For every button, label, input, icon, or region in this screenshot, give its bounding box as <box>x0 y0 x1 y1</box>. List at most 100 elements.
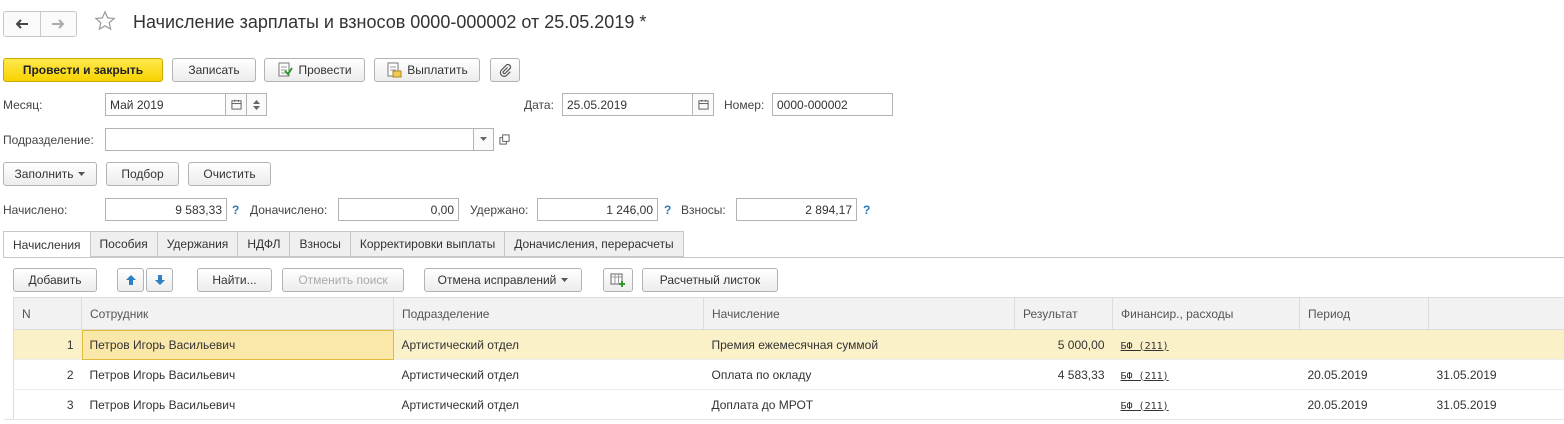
period-to-cell[interactable] <box>1428 329 1564 360</box>
withheld-help-icon[interactable]: ? <box>664 203 671 217</box>
cancel-search-button[interactable]: Отменить поиск <box>282 268 404 292</box>
number-field[interactable]: 0000-000002 <box>772 93 893 116</box>
table-row[interactable]: 2 Петров Игорь Васильевич Артистический … <box>13 359 1564 390</box>
division-dropdown-button[interactable] <box>473 128 494 151</box>
tab-accruals[interactable]: Начисления <box>3 231 91 258</box>
period-to-cell[interactable]: 31.05.2019 <box>1428 359 1564 390</box>
period-from-cell[interactable] <box>1299 329 1429 360</box>
arrow-right-icon <box>52 19 65 29</box>
finance-link[interactable]: БФ (211) <box>1121 341 1169 352</box>
select-label: Подбор <box>121 167 164 181</box>
save-button[interactable]: Записать <box>172 58 256 82</box>
accrued-help-icon[interactable]: ? <box>232 203 239 217</box>
pay-button[interactable]: Выплатить <box>374 58 480 82</box>
tab-benefits[interactable]: Пособия <box>90 231 158 257</box>
division-field[interactable] <box>105 128 474 151</box>
column-header-finance[interactable]: Финансир., расходы <box>1112 297 1300 330</box>
open-window-icon <box>499 134 510 145</box>
arrow-left-icon <box>15 19 28 29</box>
finance-cell[interactable]: БФ (211) <box>1112 389 1300 420</box>
contributions-value: 2 894,17 <box>805 202 852 217</box>
move-down-button[interactable] <box>146 268 173 292</box>
month-field[interactable]: Май 2019 <box>105 93 226 116</box>
page-title: Начисление зарплаты и взносов 0000-00000… <box>133 12 647 32</box>
calendar-icon <box>230 99 242 110</box>
result-cell[interactable]: 5 000,00 <box>1014 329 1113 360</box>
column-header-period[interactable]: Период <box>1299 297 1429 330</box>
contributions-help-icon[interactable]: ? <box>863 203 870 217</box>
division-cell[interactable]: Артистический отдел <box>393 359 704 390</box>
table-add-icon <box>610 273 625 287</box>
result-cell[interactable] <box>1014 389 1113 420</box>
favorite-star-icon[interactable] <box>94 10 116 35</box>
payslip-button[interactable]: Расчетный листок <box>642 268 778 292</box>
date-field[interactable]: 25.05.2019 <box>562 93 693 116</box>
employee-cell[interactable]: Петров Игорь Васильевич <box>81 329 394 360</box>
finance-cell[interactable]: БФ (211) <box>1112 359 1300 390</box>
period-from-cell[interactable]: 20.05.2019 <box>1299 359 1429 390</box>
tab-divider <box>3 257 1564 258</box>
month-value: Май 2019 <box>110 97 164 112</box>
chevron-down-icon <box>253 105 260 110</box>
post-document-icon <box>278 62 294 77</box>
column-header-result[interactable]: Результат <box>1014 297 1113 330</box>
cancel-corrections-button[interactable]: Отмена исправлений <box>424 268 582 292</box>
calendar-icon <box>697 99 709 110</box>
withheld-field: 1 246,00 <box>537 198 658 221</box>
table-row[interactable]: 1 Петров Игорь Васильевич Артистический … <box>13 329 1564 360</box>
forward-button[interactable] <box>39 12 77 36</box>
accruals-table: N Сотрудник Подразделение Начисление Рез… <box>13 297 1564 420</box>
post-button[interactable]: Провести <box>264 58 365 82</box>
result-cell[interactable]: 4 583,33 <box>1014 359 1113 390</box>
add-table-button[interactable] <box>603 268 633 292</box>
back-button[interactable] <box>4 12 40 36</box>
withheld-label: Удержано: <box>470 203 529 217</box>
tab-label: Корректировки выплаты <box>359 237 496 251</box>
add-label: Добавить <box>28 273 82 287</box>
tab-ndfl[interactable]: НДФЛ <box>238 231 291 257</box>
history-nav <box>3 11 77 37</box>
tab-label: Доначисления, перерасчеты <box>514 237 674 251</box>
accrual-cell[interactable]: Оплата по окладу <box>703 359 1015 390</box>
date-value: 25.05.2019 <box>567 97 628 112</box>
arrow-down-icon <box>154 275 165 285</box>
division-cell[interactable]: Артистический отдел <box>393 389 704 420</box>
select-button[interactable]: Подбор <box>106 162 179 186</box>
tab-label: Пособия <box>99 237 148 251</box>
post-and-close-button[interactable]: Провести и закрыть <box>3 58 163 82</box>
accrual-cell[interactable]: Доплата до МРОТ <box>703 389 1015 420</box>
column-header-accrual[interactable]: Начисление <box>703 297 1015 330</box>
month-calendar-button[interactable] <box>225 93 247 116</box>
finance-cell[interactable]: БФ (211) <box>1112 329 1300 360</box>
find-button[interactable]: Найти... <box>197 268 272 292</box>
column-header-division[interactable]: Подразделение <box>393 297 704 330</box>
finance-link[interactable]: БФ (211) <box>1121 401 1169 412</box>
table-row[interactable]: 3 Петров Игорь Васильевич Артистический … <box>13 389 1564 420</box>
column-header-n[interactable]: N <box>13 297 82 330</box>
clear-label: Очистить <box>203 167 256 181</box>
accrual-cell[interactable]: Премия ежемесячная суммой <box>703 329 1015 360</box>
period-from-cell[interactable]: 20.05.2019 <box>1299 389 1429 420</box>
finance-link[interactable]: БФ (211) <box>1121 371 1169 382</box>
date-calendar-button[interactable] <box>692 93 714 116</box>
tab-deductions[interactable]: Удержания <box>157 231 239 257</box>
additional-value: 0,00 <box>430 202 454 217</box>
employee-cell[interactable]: Петров Игорь Васильевич <box>81 389 394 420</box>
tab-payment-corrections[interactable]: Корректировки выплаты <box>350 231 506 257</box>
division-open-button[interactable] <box>494 128 515 151</box>
tab-contributions[interactable]: Взносы <box>290 231 351 257</box>
employee-cell[interactable]: Петров Игорь Васильевич <box>81 359 394 390</box>
tab-recalculations[interactable]: Доначисления, перерасчеты <box>505 231 684 257</box>
number-value: 0000-000002 <box>777 97 848 112</box>
column-header-period-end[interactable] <box>1428 297 1564 330</box>
division-cell[interactable]: Артистический отдел <box>393 329 704 360</box>
attach-button[interactable] <box>490 58 520 82</box>
column-header-employee[interactable]: Сотрудник <box>81 297 394 330</box>
period-to-cell[interactable]: 31.05.2019 <box>1428 389 1564 420</box>
month-stepper[interactable] <box>246 93 267 116</box>
clear-button[interactable]: Очистить <box>188 162 271 186</box>
bottom-divider <box>4 419 1562 420</box>
move-up-button[interactable] <box>117 268 144 292</box>
add-row-button[interactable]: Добавить <box>13 268 97 292</box>
fill-button[interactable]: Заполнить <box>3 162 97 186</box>
